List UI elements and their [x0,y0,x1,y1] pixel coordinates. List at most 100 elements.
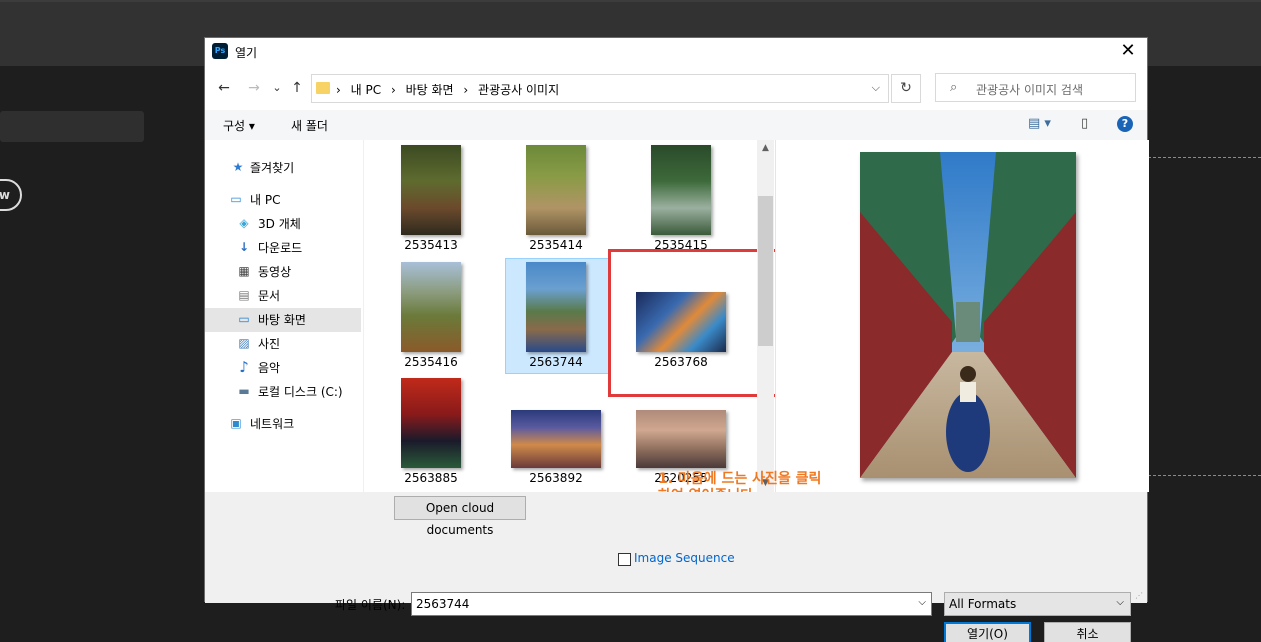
sidebar-item-label: 내 PC [250,193,281,207]
chevron-down-icon[interactable]: ⌵ [918,597,926,608]
search-placeholder: 관광공사 이미지 검색 [976,83,1083,97]
forward-button[interactable]: → [245,78,263,98]
photoshop-icon: Ps [212,43,228,59]
sidebar-item-label: 바탕 화면 [258,313,306,327]
file-name[interactable]: 2535413 [381,238,481,252]
thumbnail-image[interactable] [526,145,586,235]
breadcrumb: › 내 PC › 바탕 화면 › 관광공사 이미지 [336,81,565,98]
file-name[interactable]: 2563744 [506,355,606,369]
file-list-scrollbar[interactable]: ▲ ▼ [757,140,774,492]
disk-icon: ▬ [238,384,250,398]
network-icon: ▣ [230,416,242,430]
filename-value: 2563744 [416,597,470,611]
thumbnail-image[interactable] [526,262,586,352]
sidebar-item-label: 네트워크 [250,417,295,431]
preview-image [860,152,1076,478]
pc-icon: ▭ [230,192,242,206]
breadcrumb-sep: › [463,83,469,97]
folder-icon [316,82,330,94]
sidebar-item-videos[interactable]: ▦ 동영상 [205,260,361,284]
image-sequence-checkbox[interactable] [618,553,631,566]
open-button[interactable]: 열기(O) [944,622,1031,642]
back-button[interactable]: ← [215,78,233,98]
file-name[interactable]: 2563892 [506,471,606,485]
close-button[interactable]: ✕ [1118,41,1138,61]
sidebar-item-label: 즐겨찾기 [250,161,295,175]
sidebar-item-pictures[interactable]: ▨ 사진 [205,332,361,356]
app-guide-line [1148,157,1261,158]
sidebar-item-label: 음악 [258,361,281,375]
thumbnail-image[interactable] [636,410,726,468]
sidebar-item-documents[interactable]: ▤ 문서 [205,284,361,308]
view-options-button[interactable]: ▤ ▾ [1028,116,1051,131]
sidebar-item-label: 로컬 디스크 (C:) [258,385,343,399]
file-list: 2535413 2535414 2535415 2535416 2563744 … [363,140,805,492]
scroll-up-icon[interactable]: ▲ [757,140,774,157]
sidebar-item-local-disk[interactable]: ▬ 로컬 디스크 (C:) [205,380,361,404]
file-type-value: All Formats [949,597,1017,611]
filename-label: 파일 이름(N): [335,598,406,612]
video-icon: ▦ [238,264,250,278]
music-icon: ♪ [239,358,249,376]
sidebar-item-label: 사진 [258,337,281,351]
sidebar-item-desktop[interactable]: ▭ 바탕 화면 [205,308,361,332]
search-input[interactable]: ⌕ 관광공사 이미지 검색 [935,73,1136,102]
thumbnail-image[interactable] [651,145,711,235]
breadcrumb-item[interactable]: 내 PC [351,83,381,97]
open-cloud-documents-button[interactable]: Open cloud documents [394,496,526,537]
sidebar-item-this-pc[interactable]: ▭ 내 PC [205,188,361,212]
thumbnail-image[interactable] [401,145,461,235]
star-icon: ★ [232,160,244,174]
breadcrumb-item[interactable]: 관광공사 이미지 [478,83,559,97]
sidebar-item-label: 3D 개체 [258,217,301,231]
filename-field[interactable]: 2563744 ⌵ [411,592,932,616]
document-icon: ▤ [238,288,250,302]
help-icon[interactable]: ? [1117,116,1133,132]
sidebar-item-label: 다운로드 [258,241,303,255]
file-name[interactable]: 2535414 [506,238,606,252]
file-name[interactable]: 2563885 [381,471,481,485]
image-sequence-label[interactable]: Image Sequence [634,551,735,565]
scroll-thumb[interactable] [758,196,773,346]
dialog-footer: Open cloud documents Image Sequence 파일 이… [205,492,1147,642]
file-name[interactable]: 2535416 [381,355,481,369]
open-file-dialog: Ps 열기 ✕ ← → ⌄ ↑ › 내 PC › 바탕 화면 › 관광공사 이미… [204,37,1149,642]
address-bar[interactable]: › 내 PC › 바탕 화면 › 관광공사 이미지 ⌵ [311,74,889,103]
refresh-button[interactable]: ↻ [891,74,921,103]
sidebar-item-downloads[interactable]: ↓ 다운로드 [205,236,361,260]
resize-grip-icon[interactable]: ⋰ [1135,591,1145,601]
thumbnail-image[interactable] [401,262,461,352]
thumbnail-image[interactable] [511,410,601,468]
sidebar-item-favorites[interactable]: ★ 즐겨찾기 [205,156,361,180]
title-bar: Ps 열기 ✕ [205,38,1147,66]
sidebar-item-network[interactable]: ▣ 네트워크 [205,412,361,436]
desktop-icon: ▭ [238,312,250,326]
sidebar-item-label: 동영상 [258,265,292,279]
address-row: ← → ⌄ ↑ › 내 PC › 바탕 화면 › 관광공사 이미지 ⌵ ↻ ⌕ … [205,66,1147,110]
up-button[interactable]: ↑ [288,78,306,98]
picture-icon: ▨ [238,336,250,350]
annotation-line: 1. 마음에 드는 사진을 클릭 [658,471,822,487]
sidebar-item-music[interactable]: ♪ 음악 [205,356,361,380]
app-badge-button[interactable]: w [0,179,22,211]
search-icon: ⌕ [950,80,958,95]
cube-icon: ◈ [239,216,249,230]
download-icon: ↓ [238,240,250,254]
preview-pane-button[interactable]: ▯ [1081,116,1088,131]
new-folder-button[interactable]: 새 폴더 [291,117,328,134]
breadcrumb-sep: › [336,83,341,97]
organize-menu[interactable]: 구성 ▾ [223,117,255,134]
breadcrumb-sep: › [390,83,396,97]
thumbnail-image[interactable] [401,378,461,468]
dialog-title: 열기 [235,46,258,60]
chevron-down-icon: ⌵ [1116,597,1124,608]
sidebar-item-3d-objects[interactable]: ◈ 3D 개체 [205,212,361,236]
breadcrumb-item[interactable]: 바탕 화면 [406,83,454,97]
recent-locations-button[interactable]: ⌄ [268,78,286,98]
command-bar: 구성 ▾ 새 폴더 ▤ ▾ ▯ ? [205,110,1147,140]
file-type-select[interactable]: All Formats ⌵ [944,592,1131,616]
dialog-body: ★ 즐겨찾기 ▭ 내 PC ◈ 3D 개체 ↓ 다운로드 ▦ 동영상 ▤ 문서 [205,140,1149,504]
cancel-button[interactable]: 취소 [1044,622,1131,642]
navigation-pane: ★ 즐겨찾기 ▭ 내 PC ◈ 3D 개체 ↓ 다운로드 ▦ 동영상 ▤ 문서 [205,140,363,492]
chevron-down-icon[interactable]: ⌵ [872,81,880,95]
